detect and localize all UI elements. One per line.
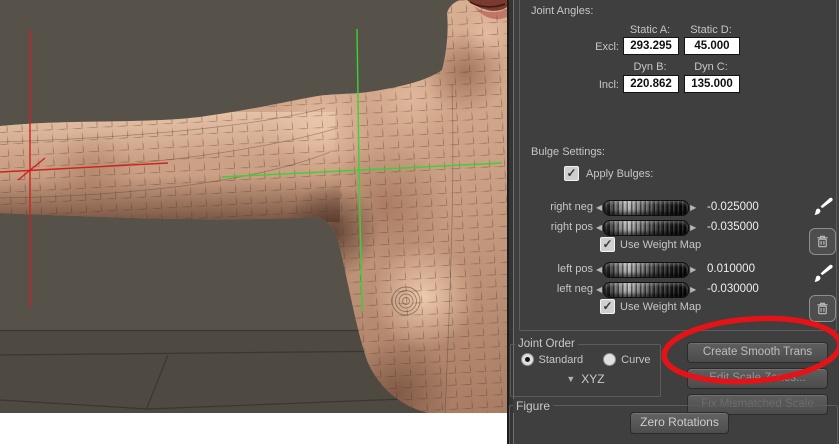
edit-scale-zones-button[interactable]: Edit Scale Zones... [687, 368, 828, 389]
left-neg-value[interactable]: -0.030000 [707, 283, 759, 295]
viewport-3d[interactable] [0, 0, 507, 413]
left-pos-dial[interactable]: ◀ ▶ [595, 262, 697, 278]
dial-right-arrow-icon[interactable]: ▶ [689, 283, 697, 297]
excl-static-d-field[interactable]: 45.000 [684, 37, 740, 55]
app-window: Joint Angles: Static A: Static D: Excl: … [0, 0, 839, 444]
left-neg-dial[interactable]: ◀ ▶ [595, 282, 697, 298]
radio-standard[interactable]: Standard [521, 353, 584, 366]
use-weight-map-right-checkbox[interactable]: ✓ [600, 237, 615, 252]
joint-editor-panel: Joint Angles: Static A: Static D: Excl: … [507, 0, 839, 444]
dial-right-arrow-icon[interactable]: ▶ [689, 201, 697, 215]
incl-dyn-b-field[interactable]: 220.862 [623, 75, 679, 93]
joint-order-radios: Standard Curve [511, 353, 660, 366]
slider-row-right-pos: right pos ◀ ▶ -0.035000 [507, 219, 839, 236]
chevron-down-icon[interactable]: ▼ [566, 374, 575, 384]
bulge-settings-title: Bulge Settings: [531, 146, 605, 158]
brush-icon [812, 194, 836, 218]
right-pos-dial[interactable]: ◀ ▶ [595, 220, 697, 236]
right-neg-value[interactable]: -0.025000 [707, 201, 759, 213]
incl-label: Incl: [565, 79, 619, 91]
right-neg-label: right neg [515, 201, 593, 213]
joint-order-groupbox: Joint Order Standard Curve ▼XYZ [510, 344, 661, 397]
slider-row-right-neg: right neg ◀ ▶ -0.025000 [507, 199, 839, 216]
radio-selected-dot [525, 357, 530, 362]
dyn-b-label: Dyn B: [616, 61, 684, 73]
apply-bulges-label: Apply Bulges: [586, 168, 653, 180]
joint-angles-title: Joint Angles: [531, 5, 593, 17]
incl-dyn-c-field[interactable]: 135.000 [684, 75, 740, 93]
paint-weight-map-right-button[interactable] [811, 193, 837, 219]
apply-bulges-checkbox[interactable]: ✓ [564, 166, 579, 181]
slider-row-left-pos: left pos ◀ ▶ 0.010000 [507, 261, 839, 278]
check-icon: ✓ [566, 166, 576, 180]
dial-thumbwheel[interactable] [603, 200, 689, 216]
joint-order-title: Joint Order [515, 338, 578, 350]
static-d-label: Static D: [677, 24, 745, 36]
left-pos-value[interactable]: 0.010000 [707, 263, 755, 275]
dial-right-arrow-icon[interactable]: ▶ [689, 221, 697, 235]
delete-weight-map-left-button[interactable] [809, 295, 836, 322]
radio-curve-label: Curve [621, 354, 650, 366]
radio-curve-control[interactable] [603, 353, 616, 366]
dial-left-arrow-icon[interactable]: ◀ [595, 221, 603, 235]
radio-standard-label: Standard [539, 354, 584, 366]
zero-rotations-button[interactable]: Zero Rotations [630, 412, 729, 434]
excl-label: Excl: [565, 41, 619, 53]
right-neg-dial[interactable]: ◀ ▶ [595, 200, 697, 216]
slider-row-left-neg: left neg ◀ ▶ -0.030000 [507, 281, 839, 298]
trash-icon [815, 301, 830, 316]
brush-icon [812, 261, 836, 285]
dial-left-arrow-icon[interactable]: ◀ [595, 201, 603, 215]
use-weight-map-right-label: Use Weight Map [620, 239, 701, 251]
axis-order-value: XYZ [581, 372, 604, 386]
dial-left-arrow-icon[interactable]: ◀ [595, 263, 603, 277]
create-smooth-trans-button[interactable]: Create Smooth Trans [687, 342, 828, 363]
figure-title: Figure [513, 399, 553, 413]
use-weight-map-left-label: Use Weight Map [620, 301, 701, 313]
radio-standard-control[interactable] [521, 353, 534, 366]
figure-groupbox: Figure Zero Rotations [509, 405, 838, 444]
dial-right-arrow-icon[interactable]: ▶ [689, 263, 697, 277]
trash-icon [815, 234, 830, 249]
canvas-gap [0, 413, 507, 444]
figure-preview [0, 0, 507, 413]
delete-weight-map-right-button[interactable] [809, 228, 836, 255]
dial-thumbwheel[interactable] [603, 282, 689, 298]
dial-thumbwheel[interactable] [603, 220, 689, 236]
left-neg-label: left neg [515, 283, 593, 295]
use-weight-map-left-checkbox[interactable]: ✓ [600, 299, 615, 314]
right-pos-label: right pos [515, 221, 593, 233]
axis-order-dropdown[interactable]: ▼ XYZ [511, 372, 660, 386]
check-icon: ✓ [602, 299, 612, 313]
excl-static-a-field[interactable]: 293.295 [623, 37, 679, 55]
dial-left-arrow-icon[interactable]: ◀ [595, 283, 603, 297]
radio-curve[interactable]: Curve [603, 353, 650, 366]
paint-weight-map-left-button[interactable] [811, 260, 837, 286]
check-icon: ✓ [602, 237, 612, 251]
static-a-label: Static A: [616, 24, 684, 36]
dyn-c-label: Dyn C: [677, 61, 745, 73]
right-pos-value[interactable]: -0.035000 [707, 221, 759, 233]
dial-thumbwheel[interactable] [603, 262, 689, 278]
left-pos-label: left pos [515, 263, 593, 275]
